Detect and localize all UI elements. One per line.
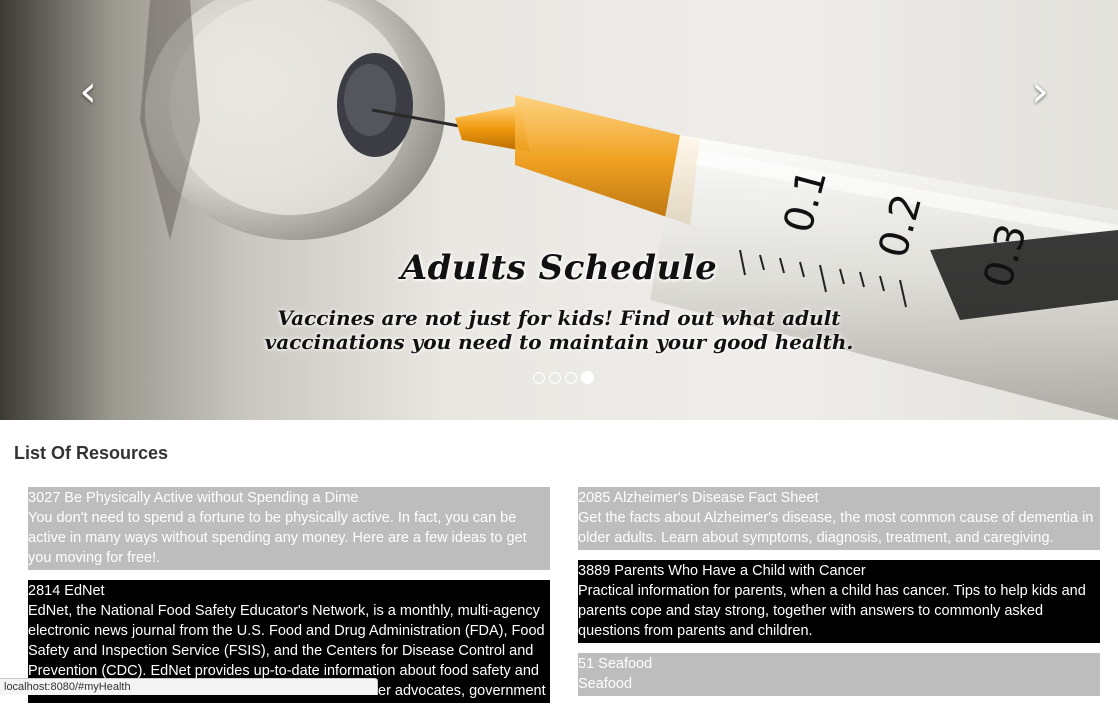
- resource-title[interactable]: 2085 Alzheimer's Disease Fact Sheet: [578, 488, 1100, 508]
- carousel-caption-title: Adults Schedule: [400, 248, 718, 288]
- resource-card[interactable]: 51 Seafood Seafood: [578, 653, 1100, 696]
- carousel-indicator[interactable]: [549, 372, 561, 384]
- resource-title[interactable]: 51 Seafood: [578, 654, 1100, 674]
- hero-carousel: 0.1 0.2 0.3 ‹ › Adults Schedule Vaccines…: [0, 0, 1118, 420]
- carousel-next-button[interactable]: ›: [1020, 70, 1060, 114]
- resource-description: EdNet, the National Food Safety Educator…: [28, 603, 545, 679]
- carousel-indicator-active[interactable]: [581, 371, 594, 384]
- resource-card[interactable]: 3027 Be Physically Active without Spendi…: [28, 487, 550, 570]
- carousel-indicators: [533, 371, 594, 384]
- resource-title[interactable]: 3889 Parents Who Have a Child with Cance…: [578, 561, 1100, 581]
- resource-card[interactable]: 2085 Alzheimer's Disease Fact Sheet Get …: [578, 487, 1100, 550]
- resource-title[interactable]: 2814 EdNet: [28, 581, 550, 601]
- chevron-right-icon: ›: [1031, 66, 1049, 117]
- resource-description: Seafood: [578, 676, 633, 692]
- chevron-left-icon: ‹: [79, 66, 97, 117]
- resource-card[interactable]: 3889 Parents Who Have a Child with Cance…: [578, 560, 1100, 643]
- carousel-caption-text: Vaccines are not just for kids! Find out…: [264, 306, 854, 354]
- carousel-indicator[interactable]: [533, 372, 545, 384]
- browser-status-bar: localhost:8080/#myHealth: [0, 678, 378, 695]
- resources-heading: List Of Resources: [14, 443, 169, 463]
- resource-description: Practical information for parents, when …: [578, 583, 1086, 639]
- resource-description: You don't need to spend a fortune to be …: [28, 510, 527, 566]
- carousel-indicator[interactable]: [565, 372, 577, 384]
- carousel-caption: Adults Schedule Vaccines are not just fo…: [200, 248, 918, 354]
- resources-column-right: 2085 Alzheimer's Disease Fact Sheet Get …: [578, 487, 1100, 706]
- syringe-vial-photo: 0.1 0.2 0.3: [140, 0, 1118, 420]
- resource-description: Get the facts about Alzheimer's disease,…: [578, 510, 1094, 546]
- resource-title[interactable]: 3027 Be Physically Active without Spendi…: [28, 488, 550, 508]
- carousel-prev-button[interactable]: ‹: [68, 70, 108, 114]
